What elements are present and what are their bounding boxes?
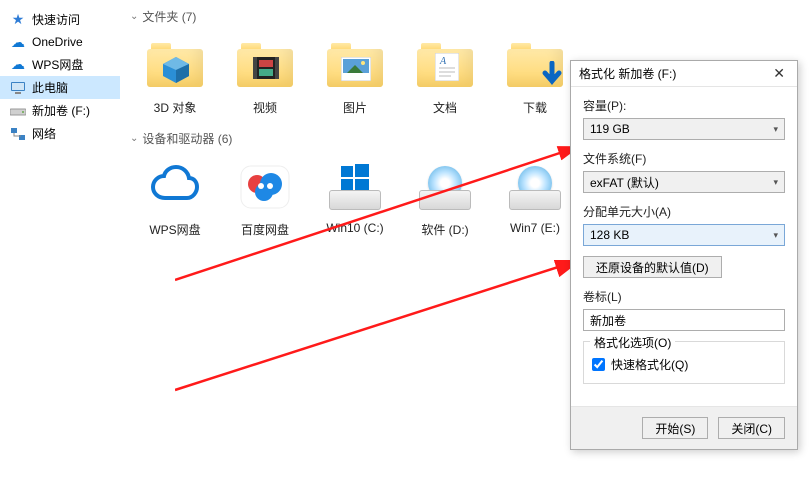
item-label: 软件 (D:): [421, 221, 468, 238]
chevron-down-icon: ⌄: [130, 133, 138, 144]
capacity-select[interactable]: 119 GB ▾: [583, 118, 785, 140]
quick-format-checkbox[interactable]: [592, 358, 605, 371]
drive-item-d[interactable]: 软件 (D:): [400, 153, 490, 248]
dialog-title-text: 格式化 新加卷 (F:): [579, 65, 676, 82]
item-label: WPS网盘: [149, 221, 200, 238]
drive-item-c[interactable]: Win10 (C:): [310, 153, 400, 248]
drive-item-e[interactable]: Win7 (E:): [490, 153, 580, 248]
wps-cloud-icon: [143, 159, 207, 215]
section-header-folders[interactable]: ⌄ 文件夹 (7): [130, 4, 800, 31]
sidebar: ★ 快速访问 ☁ OneDrive ☁ WPS网盘 此电脑 新加卷 (F:): [0, 0, 120, 504]
svg-text:A: A: [439, 56, 447, 67]
chevron-down-icon: ▾: [773, 177, 778, 188]
item-label: Win7 (E:): [510, 221, 560, 235]
folder-item-videos[interactable]: 视频: [220, 31, 310, 126]
capacity-label: 容量(P):: [583, 97, 785, 114]
item-label: 视频: [253, 99, 277, 116]
format-dialog: 格式化 新加卷 (F:) ✕ 容量(P): 119 GB ▾ 文件系统(F) e…: [570, 60, 798, 450]
baidu-cloud-icon: [233, 159, 297, 215]
chevron-down-icon: ⌄: [130, 11, 138, 22]
sidebar-item-label: 此电脑: [32, 79, 68, 96]
sidebar-item-label: 新加卷 (F:): [32, 102, 90, 119]
sidebar-item-wps[interactable]: ☁ WPS网盘: [0, 53, 120, 76]
section-title: 文件夹 (7): [142, 8, 196, 25]
sidebar-item-onedrive[interactable]: ☁ OneDrive: [0, 31, 120, 53]
folder-3d-icon: [143, 37, 207, 93]
folder-item-downloads[interactable]: 下载: [490, 31, 580, 126]
volume-label-label: 卷标(L): [583, 288, 785, 305]
section-title: 设备和驱动器 (6): [142, 130, 232, 147]
sidebar-item-label: 快速访问: [32, 11, 80, 28]
pc-icon: [10, 80, 26, 96]
filesystem-select[interactable]: exFAT (默认) ▾: [583, 171, 785, 193]
item-label: 3D 对象: [154, 99, 197, 116]
disk-drive-icon: [413, 159, 477, 215]
drive-icon: [10, 103, 26, 119]
item-label: Win10 (C:): [326, 221, 383, 235]
quick-format-label: 快速格式化(Q): [611, 356, 688, 373]
folder-item-3d-objects[interactable]: 3D 对象: [130, 31, 220, 126]
cloud-icon: ☁: [10, 57, 26, 73]
volume-label-input[interactable]: 新加卷: [583, 309, 785, 331]
select-value: 128 KB: [590, 228, 629, 242]
chevron-down-icon: ▾: [773, 230, 778, 241]
sidebar-item-label: 网络: [32, 125, 56, 142]
folder-video-icon: [233, 37, 297, 93]
sidebar-item-drive-f[interactable]: 新加卷 (F:): [0, 99, 120, 122]
allocation-select[interactable]: 128 KB ▾: [583, 224, 785, 246]
sidebar-item-label: WPS网盘: [32, 56, 83, 73]
allocation-label: 分配单元大小(A): [583, 203, 785, 220]
drive-item-baidu[interactable]: 百度网盘: [220, 153, 310, 248]
windows-drive-icon: [323, 159, 387, 215]
dialog-titlebar[interactable]: 格式化 新加卷 (F:) ✕: [571, 61, 797, 87]
close-icon[interactable]: ✕: [769, 65, 789, 82]
item-label: 图片: [343, 99, 367, 116]
close-button[interactable]: 关闭(C): [718, 417, 785, 439]
star-icon: ★: [10, 12, 26, 28]
folder-item-documents[interactable]: A 文档: [400, 31, 490, 126]
drive-item-wps[interactable]: WPS网盘: [130, 153, 220, 248]
folder-picture-icon: [323, 37, 387, 93]
item-label: 百度网盘: [241, 221, 289, 238]
folder-item-pictures[interactable]: 图片: [310, 31, 400, 126]
filesystem-label: 文件系统(F): [583, 150, 785, 167]
start-button[interactable]: 开始(S): [642, 417, 708, 439]
format-options-label: 格式化选项(O): [590, 334, 675, 351]
sidebar-item-quick-access[interactable]: ★ 快速访问: [0, 8, 120, 31]
sidebar-item-this-pc[interactable]: 此电脑: [0, 76, 120, 99]
item-label: 文档: [433, 99, 457, 116]
select-value: exFAT (默认): [590, 174, 659, 191]
restore-defaults-button[interactable]: 还原设备的默认值(D): [583, 256, 722, 278]
folder-download-icon: [503, 37, 567, 93]
sidebar-item-label: OneDrive: [32, 35, 83, 49]
chevron-down-icon: ▾: [773, 124, 778, 135]
input-value: 新加卷: [590, 312, 626, 329]
item-label: 下载: [523, 99, 547, 116]
folder-doc-icon: A: [413, 37, 477, 93]
network-icon: [10, 126, 26, 142]
select-value: 119 GB: [590, 122, 630, 136]
sidebar-item-network[interactable]: 网络: [0, 122, 120, 145]
cloud-icon: ☁: [10, 34, 26, 50]
disk-drive-icon: [503, 159, 567, 215]
